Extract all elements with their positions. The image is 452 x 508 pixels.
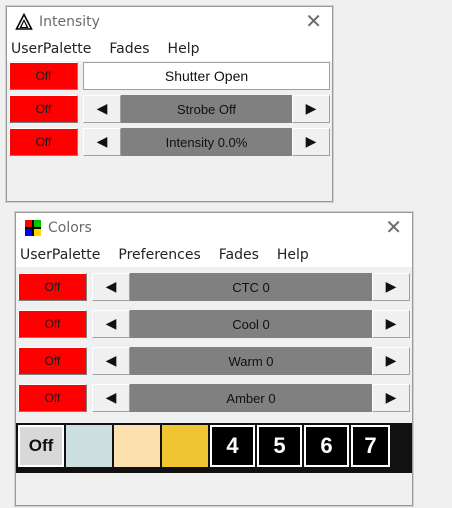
colors-titlebar[interactable]: Colors ✕	[16, 213, 412, 243]
menu-help[interactable]: Help	[277, 247, 309, 263]
menu-fades[interactable]: Fades	[109, 41, 149, 57]
strobe-label: Strobe Off	[121, 95, 292, 123]
amber-right-arrow-icon[interactable]: ▶	[372, 384, 410, 412]
cool-label: Cool 0	[130, 310, 372, 338]
amber-label: Amber 0	[130, 384, 372, 412]
cool-left-arrow-icon[interactable]: ◀	[92, 310, 130, 338]
ctc-left-arrow-icon[interactable]: ◀	[92, 273, 130, 301]
intensity-row: Off ◀ Intensity 0.0% ▶	[9, 128, 330, 156]
menu-preferences[interactable]: Preferences	[118, 247, 200, 263]
strobe-left-arrow-icon[interactable]: ◀	[83, 95, 121, 123]
close-icon[interactable]: ✕	[385, 217, 402, 237]
intensity-content: Off Shutter Open Off ◀ Strobe Off ▶ Off …	[7, 61, 332, 156]
palette-swatch-peach[interactable]	[114, 425, 160, 467]
ctc-row: Off ◀ CTC 0 ▶	[18, 273, 410, 301]
intensity-label: Intensity 0.0%	[121, 128, 292, 156]
colors-window: Colors ✕ UserPalette Preferences Fades H…	[15, 212, 413, 506]
menu-help[interactable]: Help	[168, 41, 200, 57]
cool-row: Off ◀ Cool 0 ▶	[18, 310, 410, 338]
warm-label: Warm 0	[130, 347, 372, 375]
menu-userpalette[interactable]: UserPalette	[20, 247, 100, 263]
intensity-right-arrow-icon[interactable]: ▶	[292, 128, 330, 156]
strobe-right-arrow-icon[interactable]: ▶	[292, 95, 330, 123]
palette-slot-5[interactable]: 5	[257, 425, 302, 467]
palette-slot-6[interactable]: 6	[304, 425, 349, 467]
triangle-icon	[15, 13, 33, 31]
intensity-left-arrow-icon[interactable]: ◀	[83, 128, 121, 156]
palette-swatch-light-cyan[interactable]	[66, 425, 112, 467]
shutter-field[interactable]: Shutter Open	[83, 62, 330, 90]
palette-swatch-amber[interactable]	[162, 425, 208, 467]
intensity-window-title: Intensity	[39, 14, 100, 30]
warm-right-arrow-icon[interactable]: ▶	[372, 347, 410, 375]
amber-row: Off ◀ Amber 0 ▶	[18, 384, 410, 412]
ctc-right-arrow-icon[interactable]: ▶	[372, 273, 410, 301]
warm-off-button[interactable]: Off	[18, 347, 87, 375]
ctc-off-button[interactable]: Off	[18, 273, 87, 301]
shutter-row: Off Shutter Open	[9, 62, 330, 90]
strobe-off-button[interactable]: Off	[9, 95, 78, 123]
intensity-menubar: UserPalette Fades Help	[7, 37, 332, 61]
menu-userpalette[interactable]: UserPalette	[11, 41, 91, 57]
ctc-label: CTC 0	[130, 273, 372, 301]
colors-window-title: Colors	[48, 220, 92, 236]
close-icon[interactable]: ✕	[305, 11, 322, 31]
palette-off-button[interactable]: Off	[18, 425, 64, 467]
color-palette-bar: Off 4 5 6 7	[16, 423, 412, 473]
strobe-row: Off ◀ Strobe Off ▶	[9, 95, 330, 123]
warm-left-arrow-icon[interactable]: ◀	[92, 347, 130, 375]
warm-row: Off ◀ Warm 0 ▶	[18, 347, 410, 375]
cool-right-arrow-icon[interactable]: ▶	[372, 310, 410, 338]
color-grid-icon	[24, 219, 42, 237]
colors-menubar: UserPalette Preferences Fades Help	[16, 243, 412, 267]
shutter-off-button[interactable]: Off	[9, 62, 78, 90]
intensity-titlebar[interactable]: Intensity ✕	[7, 7, 332, 37]
colors-content: Off ◀ CTC 0 ▶ Off ◀ Cool 0 ▶ Off ◀ Warm …	[16, 267, 412, 473]
intensity-off-button[interactable]: Off	[9, 128, 78, 156]
amber-left-arrow-icon[interactable]: ◀	[92, 384, 130, 412]
palette-slot-7[interactable]: 7	[351, 425, 390, 467]
menu-fades[interactable]: Fades	[219, 247, 259, 263]
cool-off-button[interactable]: Off	[18, 310, 87, 338]
amber-off-button[interactable]: Off	[18, 384, 87, 412]
intensity-window: Intensity ✕ UserPalette Fades Help Off S…	[6, 6, 333, 202]
palette-slot-4[interactable]: 4	[210, 425, 255, 467]
